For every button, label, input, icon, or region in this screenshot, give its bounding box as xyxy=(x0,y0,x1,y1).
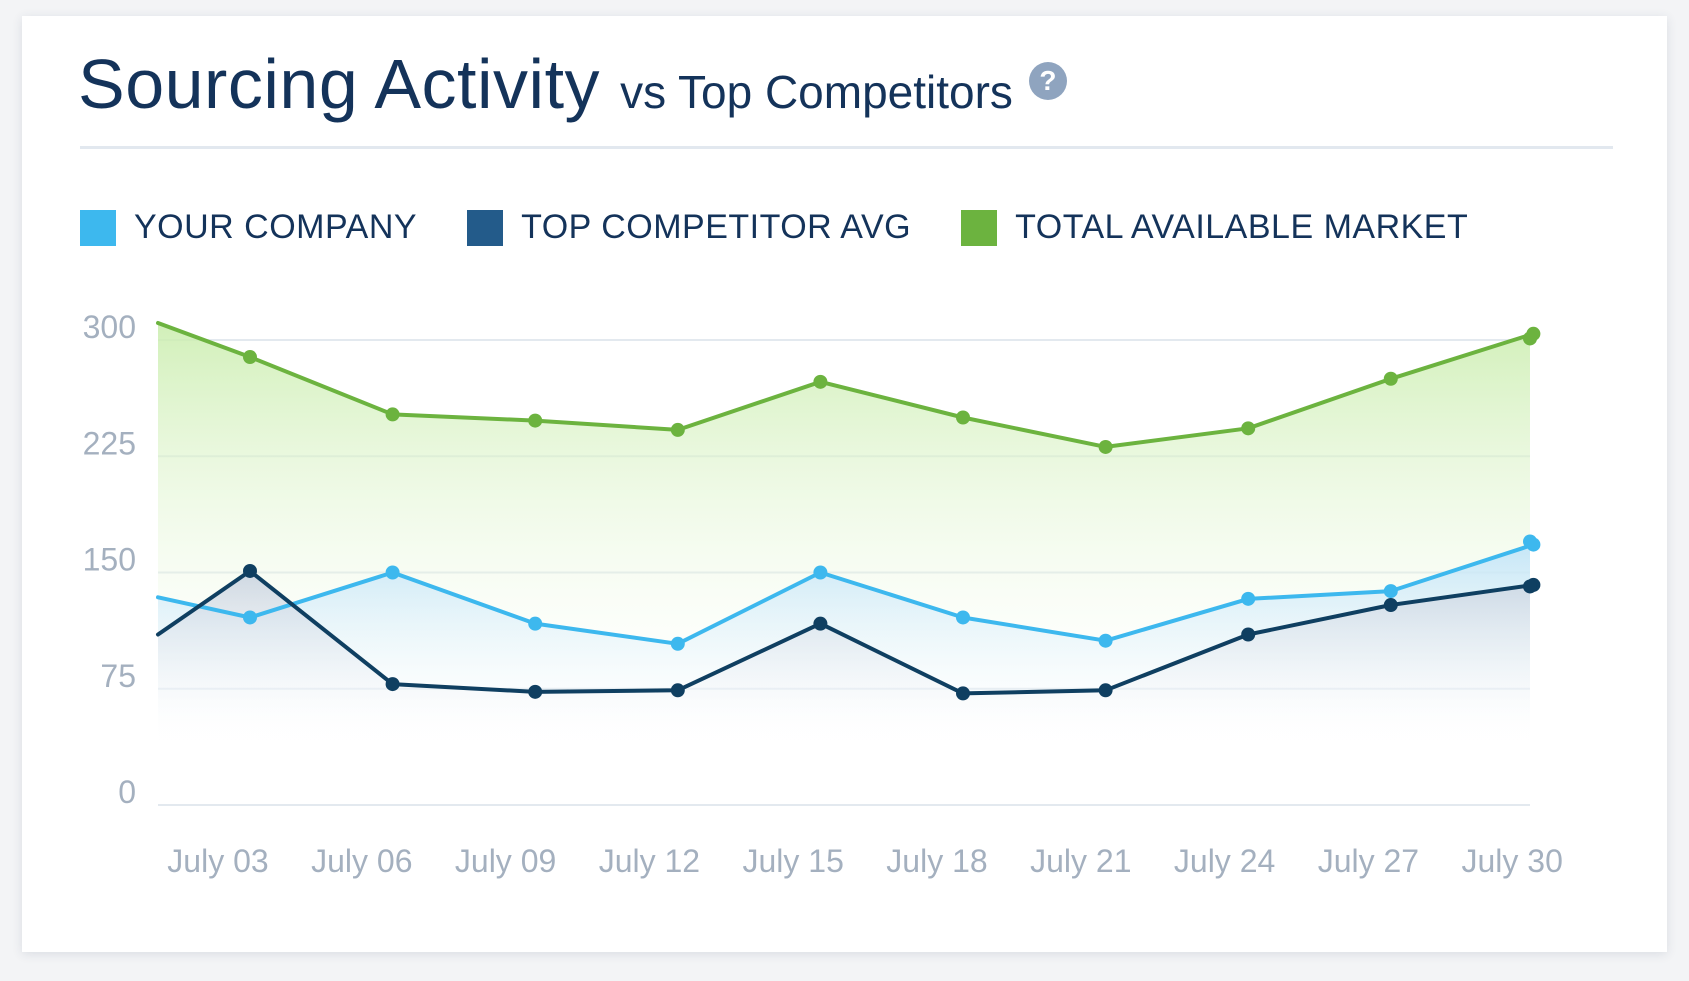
x-tick-label: July 27 xyxy=(1318,843,1419,879)
data-point xyxy=(1383,598,1398,613)
data-point xyxy=(956,410,970,425)
data-point xyxy=(528,413,543,428)
x-tick-label: July 15 xyxy=(743,843,844,879)
x-tick-label: July 24 xyxy=(1174,843,1275,879)
data-point xyxy=(385,407,400,422)
x-axis-ticks: July 03 July 06 July 09 July 12 July 15 July … xyxy=(167,843,1563,879)
x-tick-label: July 03 xyxy=(167,843,268,879)
data-point xyxy=(1523,331,1537,346)
x-tick-label: July 21 xyxy=(1030,843,1131,879)
y-tick-label: 225 xyxy=(83,425,136,461)
y-tick-label: 300 xyxy=(83,309,136,345)
x-tick-label: July 18 xyxy=(886,843,987,879)
y-tick-label: 75 xyxy=(100,658,136,694)
x-tick-label: July 12 xyxy=(599,843,700,879)
y-tick-label: 150 xyxy=(83,542,136,578)
data-point xyxy=(243,563,257,578)
data-point xyxy=(1383,371,1398,386)
data-point xyxy=(670,636,685,651)
x-tick-label: July 09 xyxy=(455,843,556,879)
data-point xyxy=(385,677,400,692)
data-point xyxy=(813,565,828,580)
data-point xyxy=(1383,584,1398,599)
data-point xyxy=(1241,627,1256,642)
data-point xyxy=(1241,591,1256,606)
data-point xyxy=(1241,421,1256,436)
data-point xyxy=(670,422,685,437)
data-point xyxy=(243,610,257,625)
data-point xyxy=(528,684,543,699)
data-point xyxy=(528,616,543,631)
data-point xyxy=(385,565,400,580)
x-tick-label: July 30 xyxy=(1462,843,1563,879)
x-tick-label: July 06 xyxy=(311,843,412,879)
data-point xyxy=(1098,633,1113,648)
y-tick-label: 0 xyxy=(118,774,136,810)
y-axis-ticks: 0 75 150 225 300 xyxy=(83,309,136,810)
data-point xyxy=(243,350,257,365)
data-point xyxy=(1523,579,1537,594)
data-point xyxy=(1098,439,1113,454)
line-area-chart: 0 75 150 225 300 July 03 July 06 July 09 July 1… xyxy=(83,309,1563,879)
data-point xyxy=(813,616,828,631)
data-point xyxy=(956,610,970,625)
data-point xyxy=(813,374,828,389)
data-point xyxy=(1098,683,1113,698)
data-point xyxy=(1523,534,1537,549)
data-point xyxy=(956,686,970,701)
data-point xyxy=(670,683,685,698)
